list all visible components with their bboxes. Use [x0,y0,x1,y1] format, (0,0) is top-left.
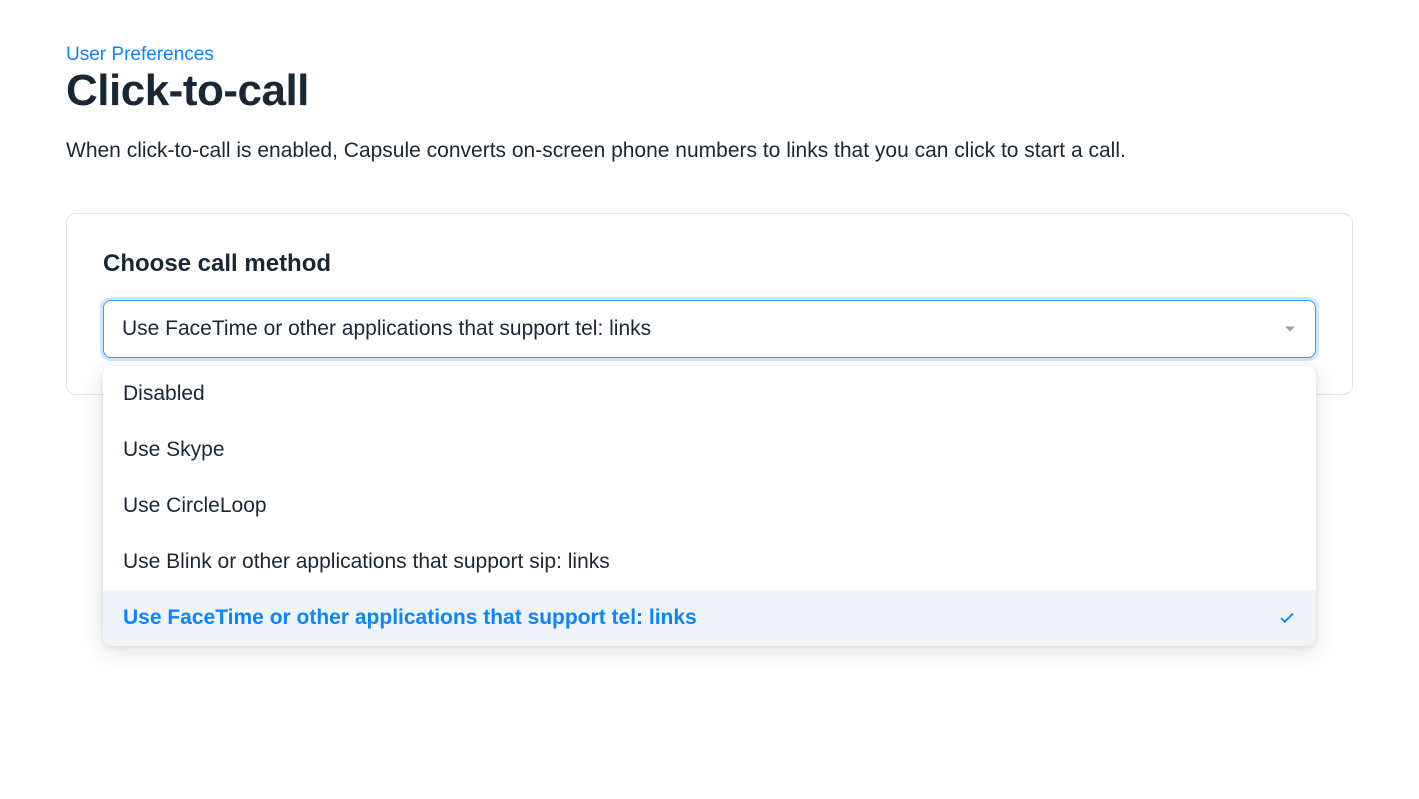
option-label: Use FaceTime or other applications that … [123,606,697,630]
option-label: Use Skype [123,438,225,462]
call-method-dropdown: Disabled Use Skype Use CircleLoop Use Bl… [103,366,1316,646]
option-label: Disabled [123,382,205,406]
option-disabled[interactable]: Disabled [103,366,1316,422]
breadcrumb-user-preferences[interactable]: User Preferences [66,44,214,65]
page-description: When click-to-call is enabled, Capsule c… [66,136,1353,165]
settings-card: Choose call method Use FaceTime or other… [66,213,1353,395]
check-icon [1278,609,1296,627]
chevron-down-icon [1285,327,1295,332]
call-method-selected-value: Use FaceTime or other applications that … [122,317,651,341]
option-circleloop[interactable]: Use CircleLoop [103,478,1316,534]
call-method-select-wrap: Use FaceTime or other applications that … [103,300,1316,358]
call-method-label: Choose call method [103,250,1316,278]
option-facetime-tel[interactable]: Use FaceTime or other applications that … [103,590,1316,646]
page-title: Click-to-call [66,66,1353,116]
call-method-select[interactable]: Use FaceTime or other applications that … [103,300,1316,358]
option-blink-sip[interactable]: Use Blink or other applications that sup… [103,534,1316,590]
option-label: Use Blink or other applications that sup… [123,550,610,574]
option-skype[interactable]: Use Skype [103,422,1316,478]
option-label: Use CircleLoop [123,494,267,518]
